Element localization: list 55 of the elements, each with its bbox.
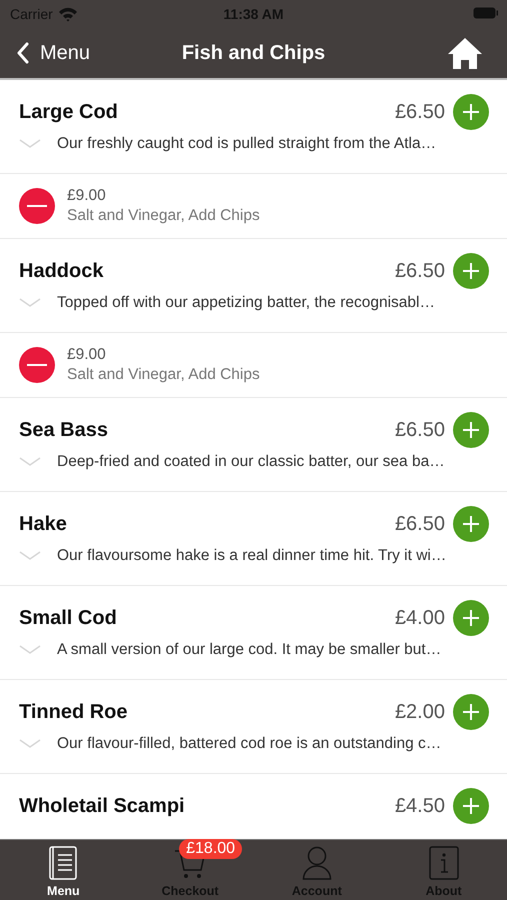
plus-icon (462, 103, 480, 121)
plus-icon (462, 703, 480, 721)
person-icon (302, 846, 332, 880)
item-name: Sea Bass (19, 418, 109, 442)
plus-icon (462, 797, 480, 815)
minus-icon (27, 364, 47, 366)
added-price: £9.00 (67, 187, 107, 205)
add-button[interactable] (453, 412, 489, 448)
remove-button[interactable] (19, 347, 55, 383)
item-price: £6.50 (394, 512, 445, 536)
item-description: Topped off with our appetizing batter, the recognisabl… (57, 294, 435, 312)
added-options: Salt and Vinegar, Add Chips (67, 207, 260, 225)
plus-icon (462, 421, 480, 439)
add-button[interactable] (453, 506, 489, 542)
battery-icon (473, 7, 499, 19)
item-price: £6.50 (394, 418, 445, 442)
book-icon (49, 846, 78, 880)
item-name: Haddock (19, 260, 104, 282)
info-icon (428, 846, 459, 880)
item-name: Hake (19, 512, 68, 536)
remove-button[interactable] (19, 188, 55, 224)
tab-label: Menu (47, 884, 80, 898)
added-price: £9.00 (67, 346, 107, 364)
item-price: £4.50 (394, 794, 445, 818)
add-button[interactable] (453, 694, 489, 730)
screen-title: Fish and Chips (182, 42, 326, 64)
item-price: £6.50 (394, 260, 445, 282)
item-description: Our flavoursome hake is a real dinner time hit. Try it wi… (57, 547, 446, 565)
plus-icon (462, 515, 480, 533)
added-options: Salt and Vinegar, Add Chips (67, 366, 260, 384)
minus-icon (27, 205, 47, 207)
add-button[interactable] (453, 788, 489, 824)
add-button[interactable] (453, 600, 489, 636)
home-icon (447, 36, 483, 70)
item-price: £4.00 (394, 606, 445, 630)
item-name: Small Cod (19, 606, 118, 630)
plus-icon (462, 262, 480, 280)
back-button[interactable]: Menu (16, 42, 90, 64)
add-button[interactable] (453, 253, 489, 289)
item-description: A small version of our large cod. It may be smaller but… (57, 641, 442, 659)
item-description: Our flavour-filled, battered cod roe is an outstanding c… (57, 735, 442, 753)
tab-item[interactable]: Menu (0, 840, 127, 900)
total-badge: £18.00 (179, 839, 242, 859)
item-name: Tinned Roe (19, 700, 129, 724)
wifi-icon (58, 6, 78, 22)
chevron-left-icon (16, 42, 30, 64)
home-button[interactable] (447, 36, 483, 70)
item-name: Large Cod (19, 100, 119, 124)
item-description: Deep-fried and coated in our classic batter, our sea ba… (57, 453, 445, 471)
add-button[interactable] (453, 94, 489, 130)
plus-icon (462, 609, 480, 627)
item-price: £2.00 (394, 700, 445, 724)
item-name: Wholetail Scampi (19, 794, 186, 818)
item-price: £6.50 (394, 100, 445, 124)
item-description: Our freshly caught cod is pulled straight from the Atla… (57, 135, 436, 153)
